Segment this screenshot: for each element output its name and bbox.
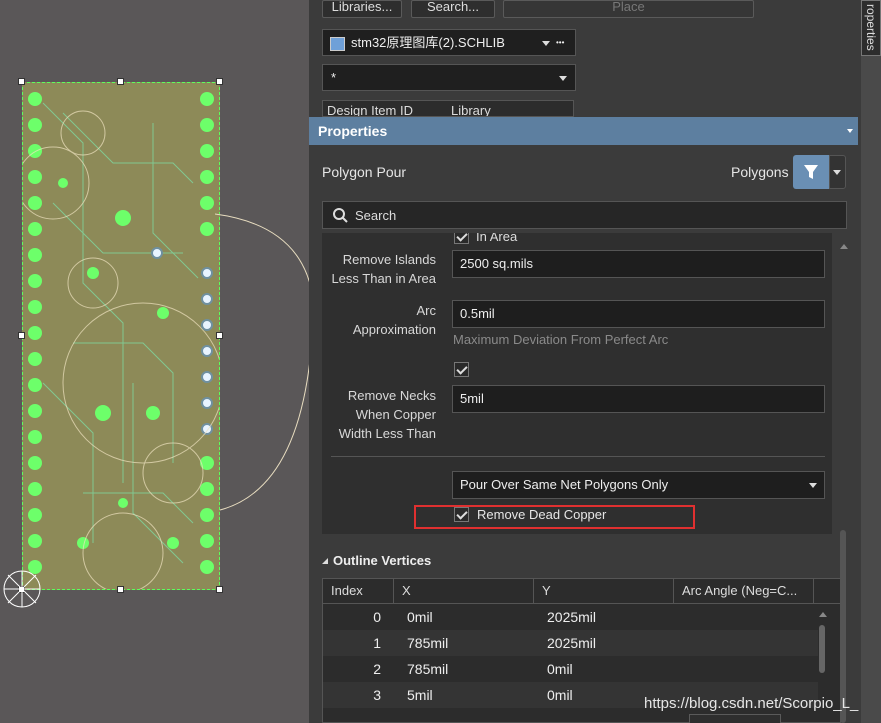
- column-x-label: X: [402, 583, 411, 598]
- place-button[interactable]: Place: [503, 0, 754, 18]
- board-outline-arc: [215, 213, 309, 511]
- column-arc-angle[interactable]: Arc Angle (Neg=C...: [674, 579, 814, 603]
- row-index: 3: [373, 687, 381, 703]
- cut-label: In Area: [476, 233, 518, 244]
- selection-handle[interactable]: [18, 78, 25, 85]
- libraries-button[interactable]: Libraries...: [322, 0, 402, 18]
- filter-select[interactable]: *: [322, 64, 576, 91]
- library-select-value: stm32原理图库(2).SCHLIB: [351, 35, 505, 50]
- table-row[interactable]: 0 0mil 2025mil: [323, 604, 818, 630]
- pcb-traces-graphic: [23, 83, 219, 589]
- row-x[interactable]: 785mil: [399, 630, 534, 656]
- search-field[interactable]: Search: [322, 201, 847, 229]
- filter-kind-label: Polygons: [731, 164, 789, 180]
- chevron-down-icon: [809, 483, 817, 488]
- necks-label: Remove Necks: [347, 388, 436, 403]
- highlight-box: [414, 505, 695, 529]
- vertices-scrollbar-thumb[interactable]: [819, 625, 825, 673]
- properties-side-tab[interactable]: roperties: [861, 0, 881, 56]
- pour-over-value: Pour Over Same Net Polygons Only: [460, 477, 669, 492]
- properties-side-tab-label: roperties: [864, 4, 878, 51]
- cut-checkbox[interactable]: [454, 233, 469, 244]
- table-row[interactable]: 1 785mil 2025mil: [323, 630, 818, 656]
- funnel-icon: [804, 165, 818, 179]
- row-y[interactable]: 2025mil: [539, 604, 674, 630]
- outline-vertices-title: Outline Vertices: [333, 553, 432, 568]
- row-x[interactable]: 785mil: [399, 656, 534, 682]
- selection-handle[interactable]: [216, 78, 223, 85]
- group-divider: [331, 456, 825, 457]
- row-x[interactable]: 5mil: [399, 682, 534, 708]
- chevron-down-icon: [833, 170, 841, 175]
- chevron-down-icon: [559, 75, 567, 81]
- search-placeholder: Search: [355, 208, 397, 223]
- properties-header: Properties: [309, 117, 858, 145]
- side-panel-strip: roperties: [861, 0, 881, 723]
- library-select[interactable]: stm32原理图库(2).SCHLIB •••: [322, 29, 576, 56]
- islands-area-input[interactable]: 2500 sq.mils: [452, 250, 825, 278]
- column-design-item[interactable]: Design Item ID: [327, 103, 413, 116]
- place-button-label: Place: [612, 0, 645, 14]
- row-x[interactable]: 0mil: [399, 604, 534, 630]
- collapse-arrow-icon[interactable]: [847, 129, 853, 133]
- column-index-label: Index: [331, 583, 363, 598]
- add-button[interactable]: [689, 714, 781, 723]
- filter-select-value: *: [331, 70, 337, 85]
- filter-button[interactable]: [793, 155, 829, 189]
- column-index[interactable]: Index: [323, 579, 394, 603]
- selection-handle[interactable]: [117, 78, 124, 85]
- filter-dropdown-button[interactable]: [829, 155, 846, 189]
- column-y[interactable]: Y: [534, 579, 674, 603]
- islands-label: Remove Islands: [342, 252, 436, 267]
- properties-title: Properties: [318, 123, 388, 139]
- necks-label: Width Less Than: [338, 426, 436, 441]
- components-table-header: Design Item ID Library: [322, 100, 574, 117]
- selection-handle[interactable]: [216, 586, 223, 593]
- row-y[interactable]: 2025mil: [539, 630, 674, 656]
- column-library[interactable]: Library: [451, 103, 491, 116]
- row-index: 2: [373, 661, 381, 677]
- column-x[interactable]: X: [394, 579, 534, 603]
- necks-label: When Copper: [355, 407, 436, 422]
- selection-handle[interactable]: [117, 586, 124, 593]
- origin-marker-icon: [3, 570, 41, 608]
- collapse-triangle-icon[interactable]: [322, 557, 330, 565]
- arc-label: Arc: [416, 303, 437, 318]
- arc-approximation-input[interactable]: 0.5mil: [452, 300, 825, 328]
- scroll-up-arrow-icon[interactable]: [818, 610, 828, 618]
- column-y-label: Y: [542, 583, 551, 598]
- pcb-canvas[interactable]: [0, 0, 309, 723]
- row-index: 1: [373, 635, 381, 651]
- library-icon: [330, 37, 345, 51]
- more-options-icon[interactable]: •••: [556, 30, 564, 55]
- selection-handle[interactable]: [18, 332, 25, 339]
- islands-area-value: 2500 sq.mils: [460, 256, 533, 271]
- neck-width-value: 5mil: [460, 391, 484, 406]
- islands-label: Less Than in Area: [331, 271, 436, 286]
- chevron-down-icon: [542, 41, 550, 46]
- search-icon: [333, 208, 348, 223]
- arc-approximation-value: 0.5mil: [460, 306, 495, 321]
- row-index: 0: [373, 609, 381, 625]
- scroll-up-arrow-icon[interactable]: [839, 242, 849, 250]
- arc-label: Approximation: [352, 322, 436, 337]
- table-row[interactable]: 2 785mil 0mil: [323, 656, 818, 682]
- object-type-label: Polygon Pour: [322, 164, 407, 180]
- arc-hint: Maximum Deviation From Perfect Arc: [453, 332, 669, 347]
- remove-necks-checkbox[interactable]: [454, 362, 469, 377]
- column-arc-angle-label: Arc Angle (Neg=C...: [682, 583, 798, 598]
- neck-width-input[interactable]: 5mil: [452, 385, 825, 413]
- libraries-button-label: Libraries...: [331, 0, 393, 14]
- pour-over-select[interactable]: Pour Over Same Net Polygons Only: [452, 471, 825, 499]
- watermark-text: https://blog.csdn.net/Scorpio_L_: [644, 695, 859, 712]
- pcb-board-polygon[interactable]: [22, 82, 220, 590]
- row-y[interactable]: 0mil: [539, 656, 674, 682]
- search-button-label: Search...: [426, 0, 480, 14]
- search-button[interactable]: Search...: [411, 0, 495, 18]
